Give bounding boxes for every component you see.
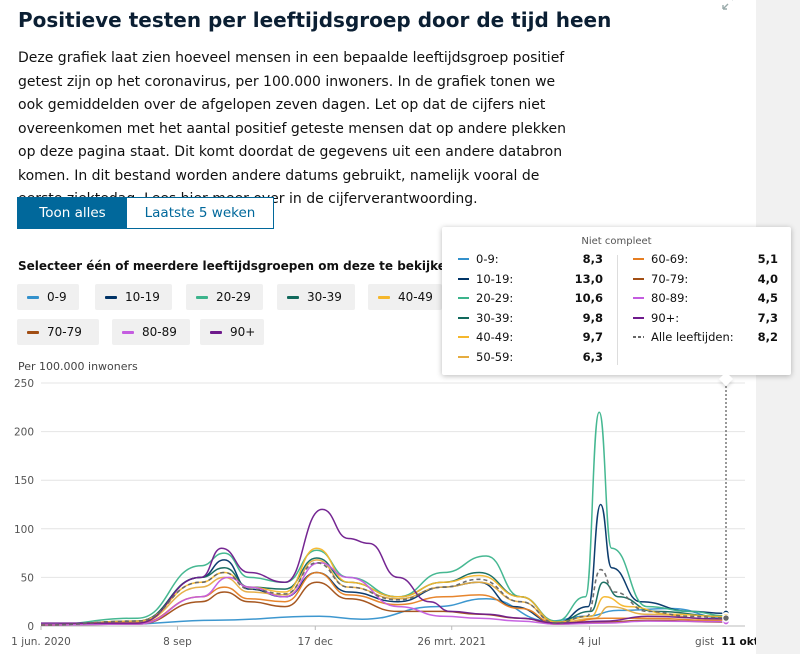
tooltip-series-value: 9,8 [582,310,603,325]
age-group-chip-80-89[interactable]: 80-89 [112,319,190,345]
toggle-last-5-weeks-button[interactable]: Laatste 5 weken [127,198,273,228]
tooltip-row: 70-79: 4,0 [633,271,778,287]
tooltip-series-swatch [458,277,469,280]
y-tick-label: 100 [14,524,34,536]
line-chart: 0 50 100 150 200 250 1 jun. 2020 8 sep 17 dec 26 … [11,370,756,648]
tooltip-series-value: 8,2 [757,330,778,344]
tooltip-row: 90+: 7,3 [633,310,778,326]
tooltip-series-label: Alle leeftijden: [651,330,734,344]
x-tick-label: 26 mrt. 2021 [417,636,486,648]
y-tick-label: 0 [27,621,34,633]
x-tick-label: 1 jun. 2020 [11,636,71,648]
chip-label: 30-39 [307,290,342,304]
chip-label: 0-9 [47,290,67,304]
tooltip-series-swatch [633,258,644,260]
x-tick-label: 4 jul [578,636,601,648]
chip-color-swatch [27,295,39,299]
y-tick-label: 200 [14,427,34,439]
age-group-chip-0-9[interactable]: 0-9 [17,284,79,310]
y-tick-label: 150 [14,475,34,487]
tooltip-series-value: 9,7 [582,330,603,344]
tooltip-row: 50-59: 6,3 [458,349,603,365]
tooltip-series-swatch [458,297,469,299]
tooltip-row: 10-19: 13,0 [458,271,603,287]
x-tick-label: 8 sep [163,636,192,648]
expand-icon[interactable] [720,0,740,12]
hover-marker-dot [722,614,730,622]
timeframe-toggle: Toon alles Laatste 5 weken [17,197,274,229]
tooltip-series-value: 10,6 [574,291,603,305]
tooltip-series-value: 13,0 [574,271,603,286]
age-group-chip-90-plus[interactable]: 90+ [200,319,264,345]
chip-color-swatch [105,295,117,299]
age-group-chip-40-49[interactable]: 40-49 [368,284,442,310]
series-line-30-39 [40,557,725,626]
chip-label: 90+ [230,325,256,339]
age-group-select-title: Selecteer één of meerdere leeftijdsgroep… [18,259,455,273]
series-line-10-19 [40,503,725,626]
tooltip-row: 40-49: 9,7 [458,329,603,345]
chip-color-swatch [122,330,134,334]
x-tick-label: 11 okt [721,636,756,648]
chip-label: 10-19 [125,290,160,304]
tooltip-row: Alle leeftijden: 8,2 [633,329,778,345]
x-tick-label: gist [695,636,714,648]
chip-label: 70-79 [47,325,82,339]
age-group-chip-70-79[interactable]: 70-79 [17,319,99,345]
tooltip-series-label: 20-29: [476,291,514,305]
tooltip-series-label: 90+: [651,310,680,325]
chip-color-swatch [196,295,208,299]
chip-color-swatch [287,295,299,299]
tooltip-series-value: 5,1 [757,252,778,266]
tooltip-series-value: 7,3 [757,310,778,325]
tooltip-series-value: 8,3 [582,252,603,266]
tooltip-series-value: 4,0 [757,271,778,286]
tooltip-row: 80-89: 4,5 [633,290,778,306]
tooltip-series-label: 60-69: [651,252,689,266]
tooltip-series-swatch [633,316,644,319]
age-group-chip-10-19[interactable]: 10-19 [95,284,172,310]
tooltip-divider [617,255,618,365]
tooltip-series-label: 40-49: [476,330,514,344]
y-tick-label: 250 [14,378,34,390]
tooltip-series-swatch [633,297,644,299]
tooltip-series-swatch [633,336,644,338]
x-tick-label: 17 dec [297,636,333,648]
tooltip-header: Niet compleet [581,236,652,247]
tooltip-series-label: 0-9: [476,252,499,266]
tooltip-series-label: 30-39: [476,310,514,325]
chip-label: 80-89 [142,325,177,339]
chip-color-swatch [27,330,39,334]
tooltip-series-swatch [633,277,644,280]
page-title: Positieve testen per leeftijdsgroep door… [18,8,612,32]
tooltip-series-label: 50-59: [476,349,514,364]
chart-description: Deze grafiek laat zien hoeveel mensen in… [18,50,566,207]
tooltip-series-label: 70-79: [651,271,689,286]
chip-color-swatch [378,295,390,299]
tooltip-row: 0-9: 8,3 [458,251,603,267]
y-tick-label: 50 [21,572,34,584]
chip-color-swatch [210,330,222,334]
age-group-chip-30-39[interactable]: 30-39 [277,284,355,310]
series-line-50-59 [40,559,725,626]
tooltip-series-swatch [458,336,469,338]
tooltip-series-label: 80-89: [651,291,689,305]
tooltip-series-value: 4,5 [757,291,778,305]
age-group-chip-20-29[interactable]: 20-29 [186,284,263,310]
chart-tooltip: Niet compleet 0-9: 8,3 10-19: 13,0 20-29: 10,… [442,227,791,387]
tooltip-row: 20-29: 10,6 [458,290,603,306]
toggle-all-button[interactable]: Toon alles [18,198,127,228]
tooltip-series-value: 6,3 [582,349,603,364]
tooltip-row: 30-39: 9,8 [458,310,603,326]
tooltip-series-swatch [458,355,469,358]
tooltip-series-label: 10-19: [476,271,514,286]
chip-label: 20-29 [216,290,251,304]
tooltip-series-swatch [458,316,469,319]
chip-label: 40-49 [398,290,433,304]
tooltip-row: 60-69: 5,1 [633,251,778,267]
tooltip-series-swatch [458,258,469,260]
